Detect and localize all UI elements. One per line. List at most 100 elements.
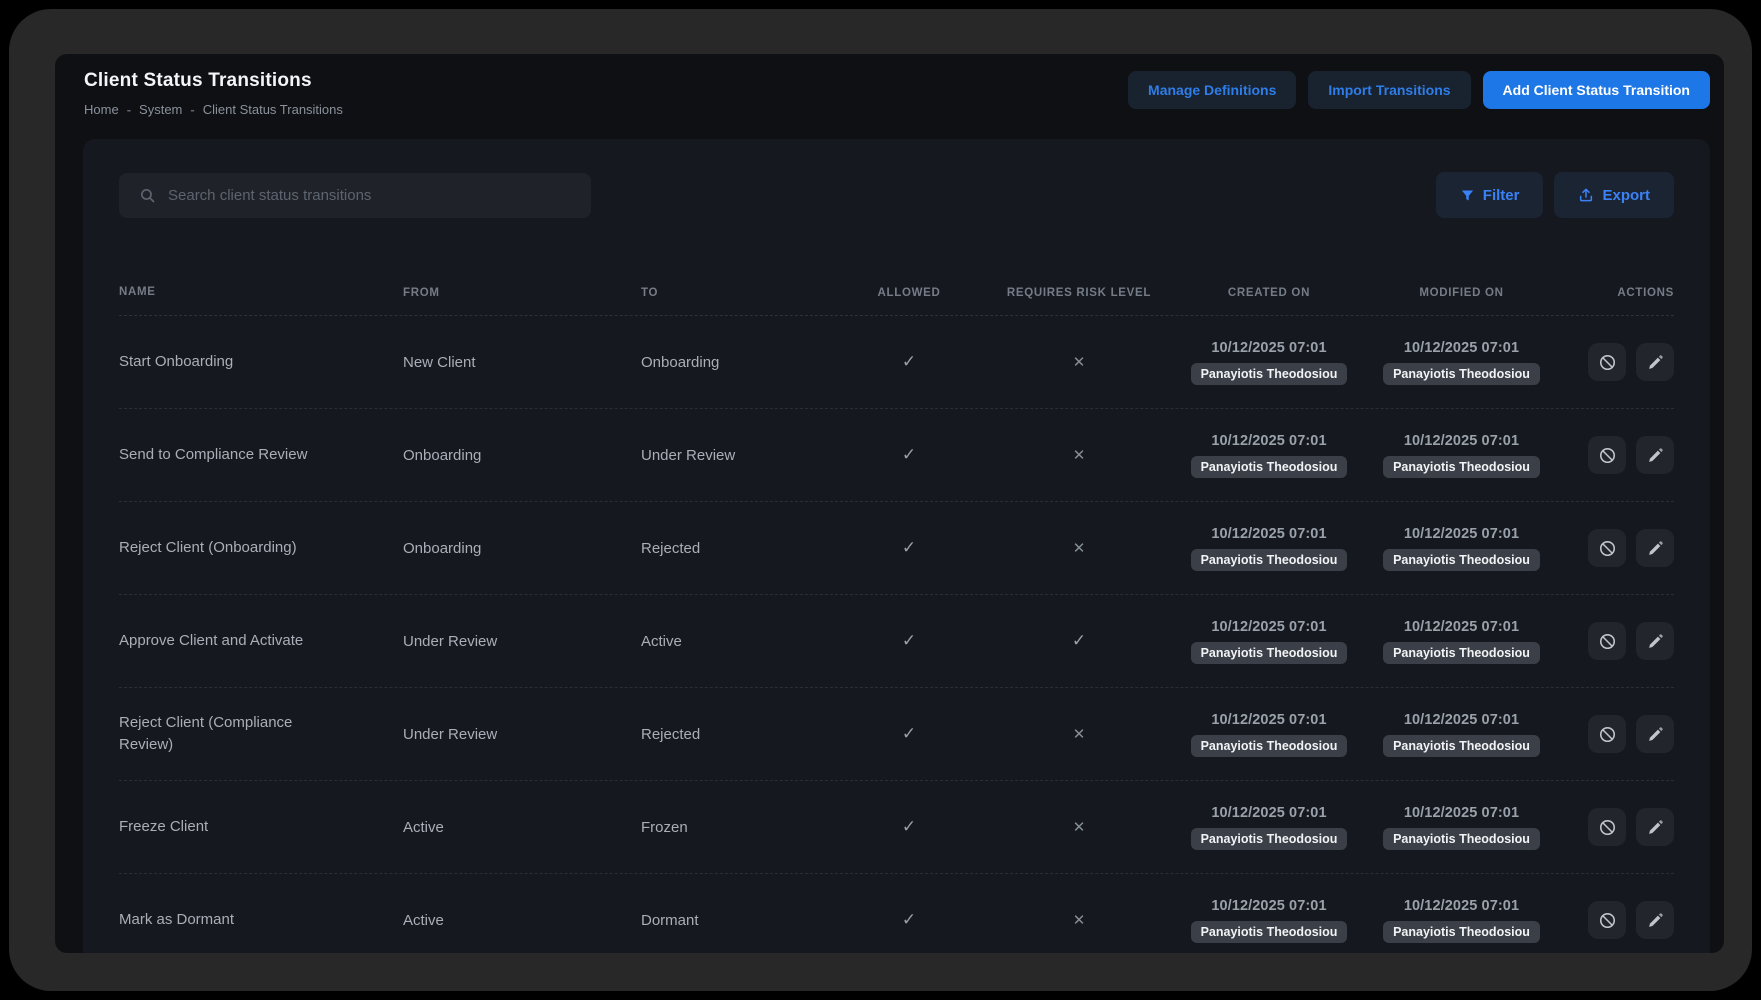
- page-title: Client Status Transitions: [84, 70, 343, 92]
- created-on-date: 10/12/2025 07:01: [1169, 898, 1369, 914]
- header-buttons: Manage Definitions Import Transitions Ad…: [1128, 71, 1710, 109]
- edit-transition-button[interactable]: [1636, 808, 1674, 846]
- disable-transition-button[interactable]: [1588, 622, 1626, 660]
- created-on-cell: 10/12/2025 07:01 Panayiotis Theodosiou: [1169, 805, 1369, 850]
- transition-name: Reject Client (Onboarding): [119, 537, 403, 560]
- allowed-cell: ✓: [829, 352, 989, 372]
- search-input[interactable]: [168, 187, 577, 204]
- created-on-date: 10/12/2025 07:01: [1169, 340, 1369, 356]
- transition-name: Approve Client and Activate: [119, 630, 403, 653]
- table-row: Start Onboarding New Client Onboarding ✓…: [119, 316, 1674, 409]
- toolbar-right: Filter Export: [1436, 172, 1674, 218]
- created-on-cell: 10/12/2025 07:01 Panayiotis Theodosiou: [1169, 433, 1369, 478]
- column-header-name: NAME: [119, 284, 403, 301]
- disable-transition-button[interactable]: [1588, 901, 1626, 939]
- breadcrumb-home[interactable]: Home: [84, 102, 119, 117]
- disable-transition-button[interactable]: [1588, 529, 1626, 567]
- column-header-actions: ACTIONS: [1554, 287, 1674, 299]
- edit-transition-button[interactable]: [1636, 715, 1674, 753]
- modified-on-cell: 10/12/2025 07:01 Panayiotis Theodosiou: [1369, 526, 1554, 571]
- filter-icon: [1460, 188, 1475, 203]
- table-row: Freeze Client Active Frozen ✓ ✕ 10/12/20…: [119, 781, 1674, 874]
- modified-on-date: 10/12/2025 07:01: [1369, 619, 1554, 635]
- x-icon: ✕: [1073, 540, 1086, 557]
- table-row: Approve Client and Activate Under Review…: [119, 595, 1674, 688]
- column-header-allowed: ALLOWED: [829, 287, 989, 299]
- from-status: Active: [403, 912, 641, 929]
- ban-icon: [1598, 446, 1617, 465]
- requires-risk-level-cell: ✕: [989, 818, 1169, 836]
- add-client-status-transition-button[interactable]: Add Client Status Transition: [1483, 71, 1710, 109]
- export-label: Export: [1602, 187, 1650, 204]
- pencil-icon: [1647, 447, 1664, 464]
- actions-cell: [1554, 436, 1674, 474]
- filter-button[interactable]: Filter: [1436, 172, 1544, 218]
- requires-risk-level-cell: ✕: [989, 725, 1169, 743]
- table-body: Start Onboarding New Client Onboarding ✓…: [119, 316, 1674, 953]
- disable-transition-button[interactable]: [1588, 343, 1626, 381]
- created-by-badge: Panayiotis Theodosiou: [1191, 549, 1348, 571]
- actions-cell: [1554, 343, 1674, 381]
- device-frame: Client Status Transitions Home - System …: [9, 9, 1752, 991]
- created-by-badge: Panayiotis Theodosiou: [1191, 642, 1348, 664]
- to-status: Rejected: [641, 540, 829, 557]
- created-by-badge: Panayiotis Theodosiou: [1191, 828, 1348, 850]
- modified-on-cell: 10/12/2025 07:01 Panayiotis Theodosiou: [1369, 712, 1554, 757]
- allowed-cell: ✓: [829, 538, 989, 558]
- x-icon: ✕: [1073, 354, 1086, 371]
- table-header-row: NAME FROM TO ALLOWED REQUIRES RISK LEVEL…: [119, 270, 1674, 316]
- search-box[interactable]: [119, 173, 591, 218]
- modified-by-badge: Panayiotis Theodosiou: [1383, 921, 1540, 943]
- edit-transition-button[interactable]: [1636, 436, 1674, 474]
- column-header-modified-on: MODIFIED ON: [1369, 287, 1554, 299]
- import-transitions-button[interactable]: Import Transitions: [1308, 71, 1470, 109]
- actions-cell: [1554, 901, 1674, 939]
- main-content: Client Status Transitions Home - System …: [55, 54, 1724, 953]
- ban-icon: [1598, 911, 1617, 930]
- modified-by-badge: Panayiotis Theodosiou: [1383, 456, 1540, 478]
- table-row: Mark as Dormant Active Dormant ✓ ✕ 10/12…: [119, 874, 1674, 953]
- modified-by-badge: Panayiotis Theodosiou: [1383, 828, 1540, 850]
- edit-transition-button[interactable]: [1636, 529, 1674, 567]
- check-icon: ✓: [902, 445, 916, 464]
- pencil-icon: [1647, 633, 1664, 650]
- edit-transition-button[interactable]: [1636, 622, 1674, 660]
- breadcrumb-system[interactable]: System: [139, 102, 182, 117]
- requires-risk-level-cell: ✕: [989, 353, 1169, 371]
- from-status: Active: [403, 819, 641, 836]
- column-header-from: FROM: [403, 287, 641, 299]
- ban-icon: [1598, 725, 1617, 744]
- to-status: Dormant: [641, 912, 829, 929]
- allowed-cell: ✓: [829, 445, 989, 465]
- transitions-card: Filter Export NA: [83, 139, 1710, 953]
- edit-transition-button[interactable]: [1636, 343, 1674, 381]
- breadcrumb-separator: -: [127, 102, 131, 117]
- export-button[interactable]: Export: [1554, 172, 1674, 218]
- modified-on-date: 10/12/2025 07:01: [1369, 805, 1554, 821]
- column-header-requires-risk-level: REQUIRES RISK LEVEL: [989, 287, 1169, 299]
- disable-transition-button[interactable]: [1588, 808, 1626, 846]
- modified-by-badge: Panayiotis Theodosiou: [1383, 363, 1540, 385]
- transition-name: Send to Compliance Review: [119, 444, 403, 467]
- ban-icon: [1598, 353, 1617, 372]
- pencil-icon: [1647, 819, 1664, 836]
- edit-transition-button[interactable]: [1636, 901, 1674, 939]
- to-status: Rejected: [641, 726, 829, 743]
- check-icon: ✓: [902, 352, 916, 371]
- ban-icon: [1598, 632, 1617, 651]
- disable-transition-button[interactable]: [1588, 715, 1626, 753]
- check-icon: ✓: [1072, 631, 1086, 650]
- actions-cell: [1554, 622, 1674, 660]
- created-by-badge: Panayiotis Theodosiou: [1191, 363, 1348, 385]
- x-icon: ✕: [1073, 912, 1086, 929]
- modified-on-date: 10/12/2025 07:01: [1369, 712, 1554, 728]
- manage-definitions-button[interactable]: Manage Definitions: [1128, 71, 1296, 109]
- modified-by-badge: Panayiotis Theodosiou: [1383, 549, 1540, 571]
- page-header: Client Status Transitions Home - System …: [55, 54, 1724, 117]
- column-header-created-on: CREATED ON: [1169, 287, 1369, 299]
- created-on-cell: 10/12/2025 07:01 Panayiotis Theodosiou: [1169, 619, 1369, 664]
- from-status: Under Review: [403, 726, 641, 743]
- modified-by-badge: Panayiotis Theodosiou: [1383, 642, 1540, 664]
- disable-transition-button[interactable]: [1588, 436, 1626, 474]
- search-icon: [139, 187, 156, 204]
